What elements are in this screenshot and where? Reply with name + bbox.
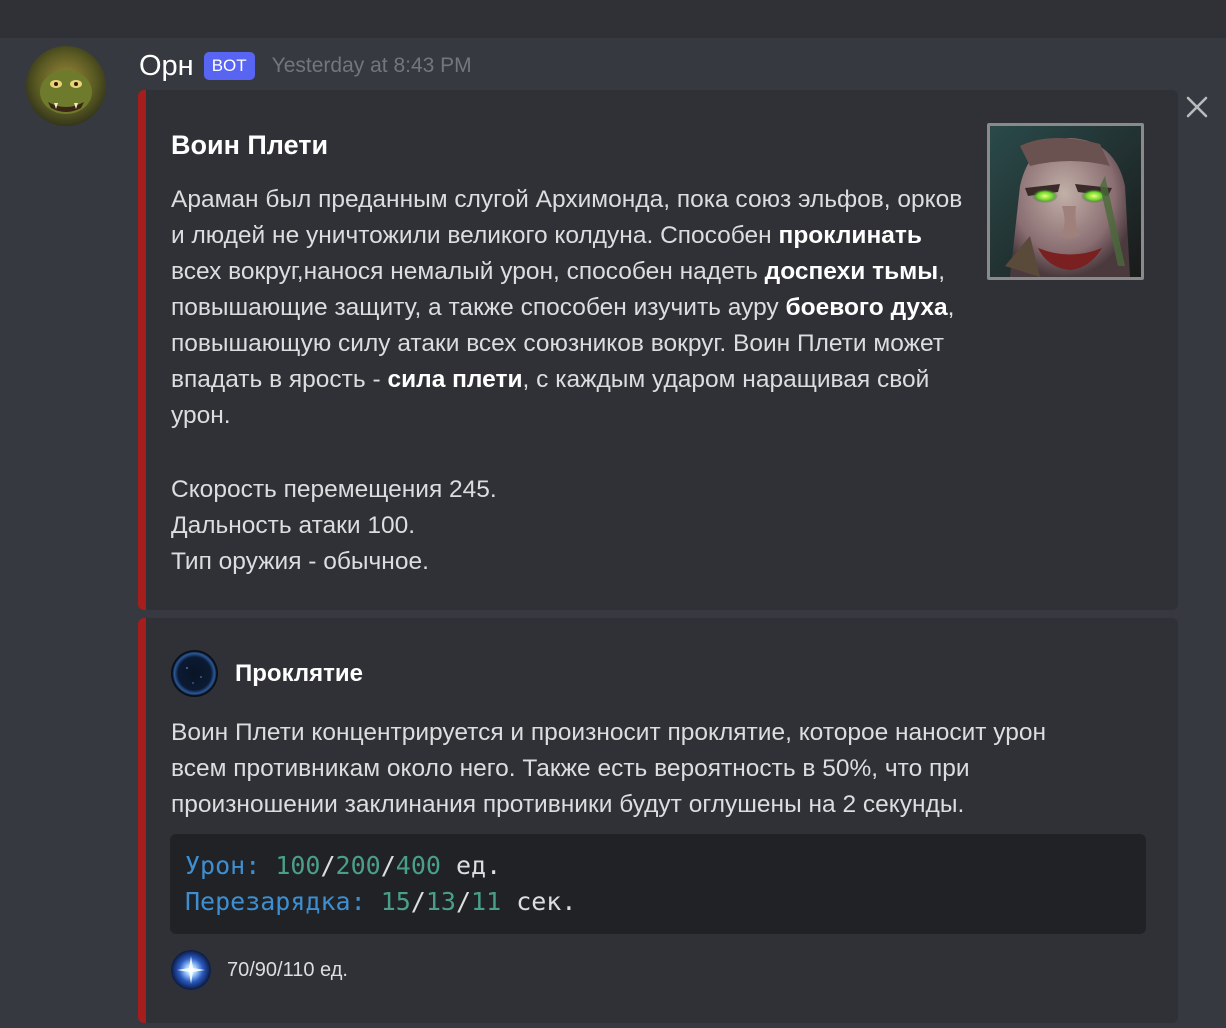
description-bold-term: доспехи тьмы (764, 258, 939, 285)
damage-value-1: 100 (275, 851, 321, 880)
close-icon[interactable] (1180, 90, 1214, 124)
hero-embed: Воин Плети Араман был преданным слугой А… (138, 90, 1178, 610)
embed-title: Воин Плети (171, 130, 329, 160)
embed-description: Воин Плети концентрируется и произносит … (171, 719, 1047, 818)
code-block: Урон: 100/200/400 ед. Перезарядка: 15/13… (170, 834, 1146, 934)
timestamp[interactable]: Yesterday at 8:43 PM (272, 54, 472, 78)
bot-badge: BOT (203, 52, 255, 80)
hero-stats: Скорость перемещения 245. Дальность атак… (171, 472, 497, 580)
curse-spell-icon (171, 650, 218, 697)
damage-value-3: 400 (395, 851, 441, 880)
channel-top-strip (0, 0, 1226, 38)
ability-embed: Проклятие Воин Плети концентрируется и п… (138, 618, 1178, 1023)
description-bold-term: боевого духа (785, 294, 948, 321)
cooldown-value-1: 15 (380, 887, 411, 916)
stat-move-speed: Скорость перемещения 245. (171, 476, 497, 503)
username[interactable]: Орн (139, 50, 194, 83)
stat-attack-range: Дальность атаки 100. (171, 512, 416, 539)
value-separator: / (380, 851, 396, 880)
description-text: всех вокруг,нанося немалый урон, способе… (171, 258, 765, 285)
cooldown-value-3: 11 (471, 887, 502, 916)
value-separator: / (410, 887, 426, 916)
cooldown-value-2: 13 (425, 887, 456, 916)
embed-color-bar (138, 90, 146, 610)
description-bold-term: сила плети (387, 366, 523, 393)
hero-portrait-icon[interactable] (987, 123, 1144, 280)
orc-avatar-icon[interactable] (26, 46, 106, 126)
code-line-cooldown: Перезарядка: 15/13/11 сек. (185, 884, 1131, 920)
embed-description: Араман был преданным слугой Архимонда, п… (171, 182, 971, 434)
description-bold-term: проклинать (778, 222, 922, 249)
damage-unit: ед. (455, 851, 502, 880)
value-separator: / (455, 887, 472, 916)
embed-footer: 70/90/110 ед. (171, 950, 348, 990)
embed-author-name: Проклятие (235, 659, 363, 687)
damage-value-2: 200 (335, 851, 381, 880)
embed-author: Проклятие (171, 650, 363, 697)
code-line-damage: Урон: 100/200/400 ед. (185, 848, 1131, 884)
value-separator: / (320, 851, 336, 880)
chat-message: Орн BOT Yesterday at 8:43 PM Воин Плети … (0, 38, 1226, 1028)
mana-icon (171, 950, 211, 990)
embed-color-bar (138, 618, 146, 1023)
embed-footer-text: 70/90/110 ед. (227, 958, 348, 981)
message-header: Орн BOT Yesterday at 8:43 PM (139, 46, 472, 86)
damage-label: Урон: (185, 851, 261, 880)
cooldown-unit: сек. (516, 887, 577, 916)
cooldown-label: Перезарядка: (185, 887, 366, 916)
stat-weapon-type: Тип оружия - обычное. (171, 548, 429, 575)
